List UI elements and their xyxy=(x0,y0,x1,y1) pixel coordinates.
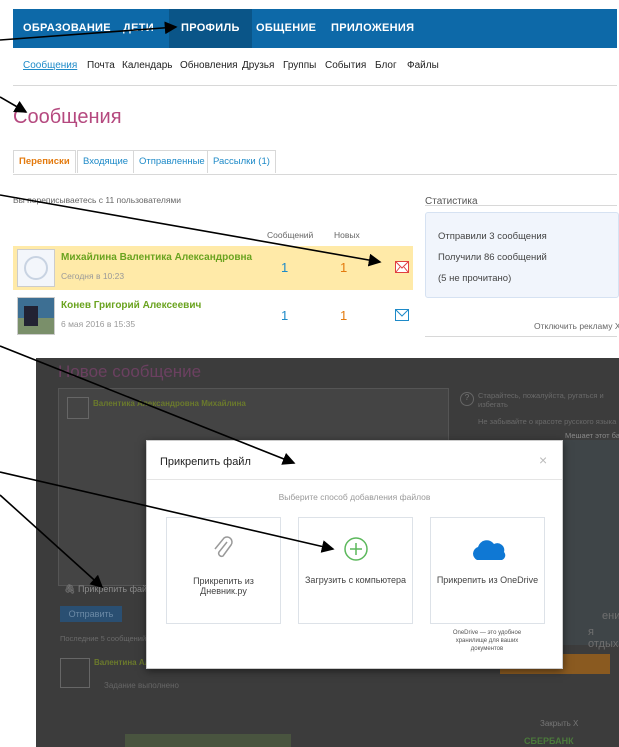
paperclip-icon: 🖇 xyxy=(64,584,76,594)
subnav-messages[interactable]: Сообщения xyxy=(23,60,77,71)
divider xyxy=(425,336,617,337)
stats-sent: Отправили 3 сообщения xyxy=(438,231,547,242)
top-navigation: ОБРАЗОВАНИЕ ДЕТИ ПРОФИЛЬ ОБЩЕНИЕ ПРИЛОЖЕ… xyxy=(13,9,617,48)
conversation-name[interactable]: Конев Григорий Алексеевич xyxy=(61,300,201,311)
paperclip-icon xyxy=(214,536,233,558)
recent-sender: Валентина Ал xyxy=(94,658,150,667)
subnav-events[interactable]: События xyxy=(325,60,366,71)
close-icon[interactable]: × xyxy=(539,452,547,468)
subnav-friends[interactable]: Друзья xyxy=(242,60,274,71)
tab-mailings[interactable]: Рассылки (1) xyxy=(207,150,276,173)
attach-file-dialog: Прикрепить файл × Выберите способ добавл… xyxy=(146,440,563,669)
option-label: Прикрепить из OneDrive xyxy=(436,575,539,585)
nav-profile[interactable]: ПРОФИЛЬ xyxy=(169,9,252,48)
subnav-updates[interactable]: Обновления xyxy=(180,60,238,71)
option-label: Загрузить с компьютера xyxy=(305,575,406,585)
nav-apps[interactable]: ПРИЛОЖЕНИЯ xyxy=(331,9,414,48)
onedrive-note: OneDrive — это удобное хранилище для ваш… xyxy=(452,630,522,652)
sber-logo: СБЕРБАНК xyxy=(524,736,574,746)
dialog-title: Прикрепить файл xyxy=(160,456,251,468)
attach-from-diary-option[interactable]: Прикрепить из Дневник.ру xyxy=(166,517,281,624)
ad-title: ения xyxy=(602,610,619,622)
tip-text: Старайтесь, пожалуйста, ругаться и избег… xyxy=(478,391,604,409)
column-new: Новых xyxy=(334,230,360,240)
tab-sent[interactable]: Отправленные xyxy=(133,150,211,173)
attach-from-onedrive-option[interactable]: Прикрепить из OneDrive xyxy=(430,517,545,624)
recent-messages-note: Последние 5 сообщений xyxy=(60,634,147,643)
subnav-blog[interactable]: Блог xyxy=(375,60,397,71)
plus-circle-icon xyxy=(344,537,368,561)
new-count: 1 xyxy=(340,308,348,323)
subnav-calendar[interactable]: Календарь xyxy=(122,60,172,71)
conversation-date: Сегодня в 10:23 xyxy=(61,271,125,281)
conversation-row[interactable]: Конев Григорий Алексеевич 6 мая 2016 в 1… xyxy=(13,294,413,338)
ad-subtitle: я отдыха xyxy=(588,626,619,650)
nav-children[interactable]: ДЕТИ xyxy=(123,9,154,48)
conversation-name[interactable]: Михайлина Валентика Александровна xyxy=(61,252,252,263)
avatar xyxy=(67,397,89,419)
avatar xyxy=(17,297,55,335)
avatar xyxy=(17,249,55,287)
new-message-title: Новое сообщение xyxy=(58,362,202,381)
stats-received: Получили 86 сообщений xyxy=(438,252,547,263)
stats-divider xyxy=(425,205,617,206)
message-count: 1 xyxy=(281,260,289,275)
dialog-subtitle: Выберите способ добавления файлов xyxy=(278,492,431,502)
message-count: 1 xyxy=(281,308,289,323)
close-ad-link[interactable]: Закрыть Х xyxy=(540,719,578,728)
upload-from-computer-option[interactable]: Загрузить с компьютера xyxy=(298,517,413,624)
recent-message: Задание выполнено xyxy=(104,681,179,690)
banner-note: Мешает этот банн xyxy=(565,431,619,440)
stats-box: Отправили 3 сообщения Получили 86 сообще… xyxy=(425,212,619,298)
avatar xyxy=(60,658,90,688)
profile-subnav: Сообщения Почта Календарь Обновления Дру… xyxy=(13,48,617,86)
tip-text-2: Не забывайте о красоте русского языка xyxy=(478,417,617,426)
new-count: 1 xyxy=(340,260,348,275)
subnav-files[interactable]: Файлы xyxy=(407,60,439,71)
info-icon: ? xyxy=(460,392,474,406)
message-tabs: Переписки Входящие Отправленные Рассылки… xyxy=(13,150,617,175)
mail-icon[interactable] xyxy=(395,261,409,273)
subnav-groups[interactable]: Группы xyxy=(283,60,316,71)
bottom-ad[interactable] xyxy=(125,734,291,747)
subnav-mail[interactable]: Почта xyxy=(87,60,115,71)
stats-unread: (5 не прочитано) xyxy=(438,273,512,284)
disable-ads-link[interactable]: Отключить рекламу Х xyxy=(534,321,619,331)
attach-file-label: Прикрепить файл xyxy=(77,584,153,594)
nav-communication[interactable]: ОБЩЕНИЕ xyxy=(256,9,316,48)
column-messages: Сообщений xyxy=(267,230,314,240)
conversations-summary: Вы переписываетесь с 11 пользователями xyxy=(13,195,182,205)
mail-icon[interactable] xyxy=(395,309,409,321)
tab-conversations[interactable]: Переписки xyxy=(13,150,76,173)
recipient-name: Валентика Александровна Михайлина xyxy=(93,399,246,408)
conversation-row[interactable]: Михайлина Валентика Александровна Сегодн… xyxy=(13,246,413,290)
default-avatar-icon xyxy=(24,256,48,280)
send-button[interactable]: Отправить xyxy=(60,606,122,622)
attach-file-link[interactable]: 🖇 Прикрепить файл xyxy=(64,584,152,595)
nav-education[interactable]: ОБРАЗОВАНИЕ xyxy=(23,9,111,48)
option-label: Прикрепить из Дневник.ру xyxy=(193,576,254,596)
tab-inbox[interactable]: Входящие xyxy=(77,150,135,173)
photo-avatar-icon xyxy=(18,306,54,334)
conversation-date: 6 мая 2016 в 15:35 xyxy=(61,319,136,329)
page-title: Сообщения xyxy=(13,106,122,128)
onedrive-cloud-icon xyxy=(473,540,506,560)
